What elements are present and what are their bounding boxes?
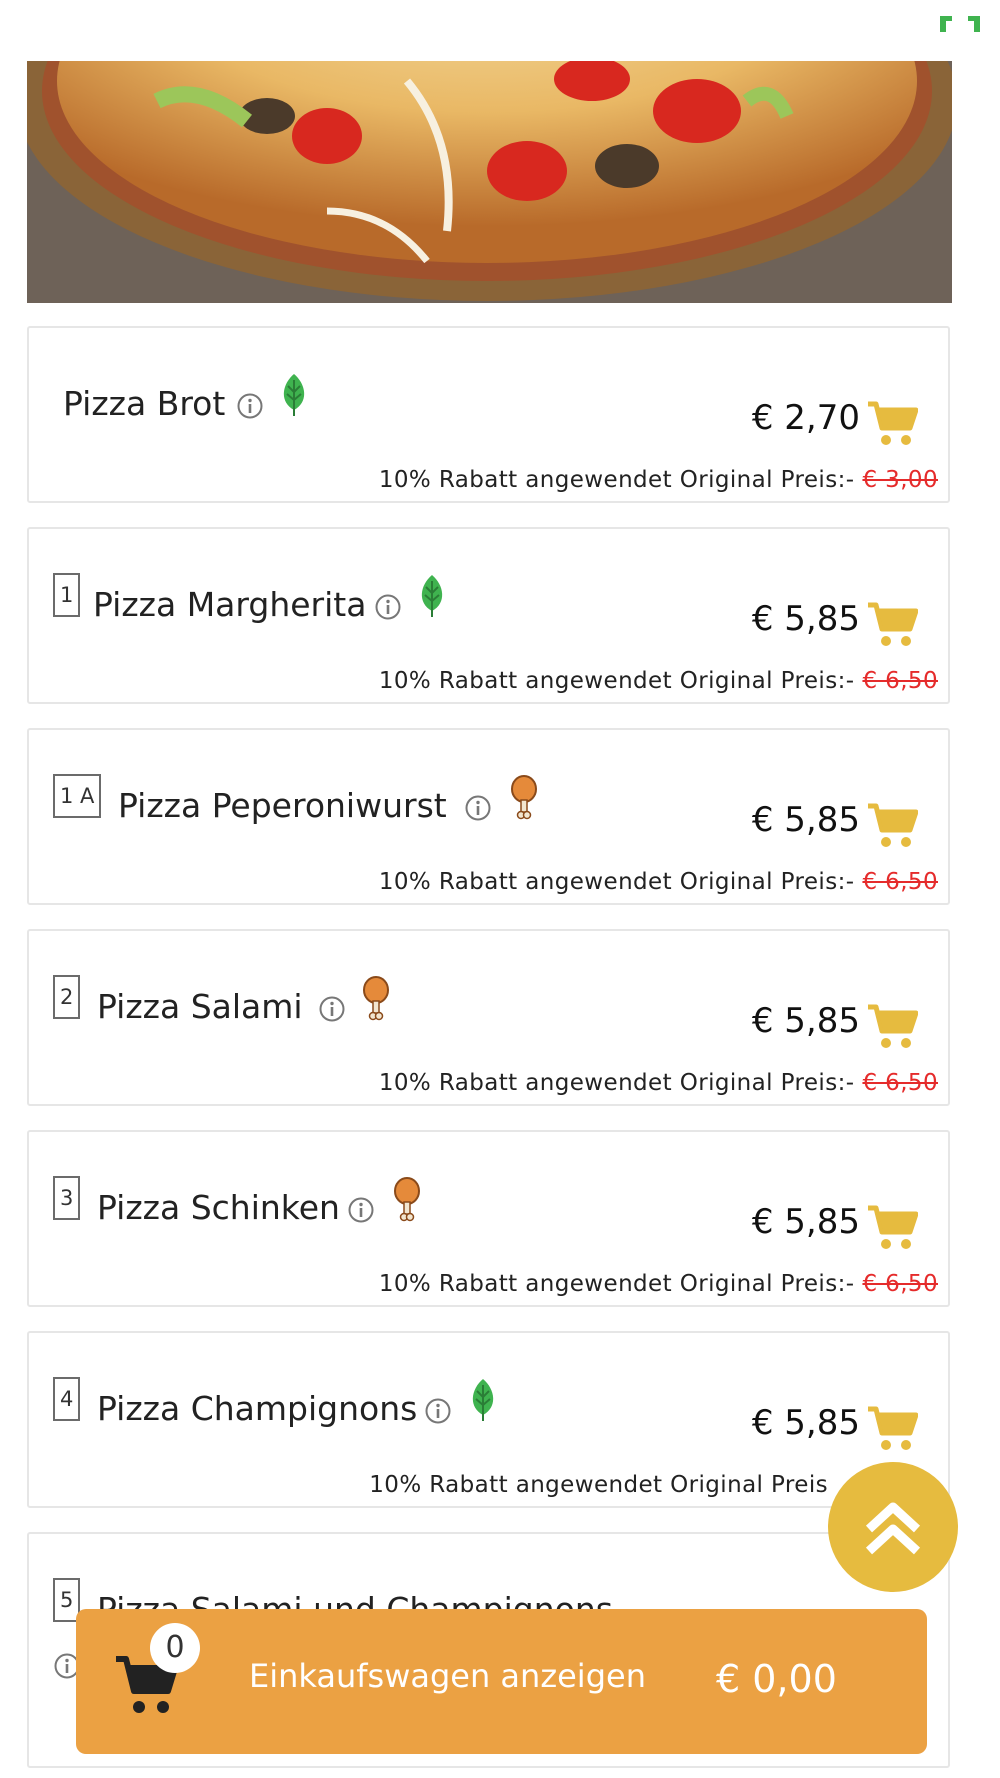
original-price: € 6,50 [862, 668, 938, 694]
info-icon[interactable] [236, 392, 264, 420]
item-price: € 5,85 [751, 1202, 860, 1242]
leaf-icon [472, 1379, 494, 1421]
add-to-cart-icon[interactable] [866, 400, 918, 448]
info-icon[interactable] [424, 1397, 452, 1425]
expand-icon[interactable] [938, 14, 982, 36]
item-name: Pizza Schinken [97, 1188, 340, 1227]
discount-line: 10% Rabatt angewendet Original Preis:- € … [379, 668, 938, 694]
item-price: € 5,85 [751, 599, 860, 639]
add-to-cart-icon[interactable] [866, 601, 918, 649]
discount-text: 10% Rabatt angewendet Original Preis [369, 1472, 828, 1498]
menu-item-card[interactable]: 2 Pizza Salami € 5,85 10% Rabatt angewen… [27, 929, 950, 1106]
item-number: 3 [53, 1176, 81, 1220]
drumstick-icon [363, 976, 389, 1021]
menu-item-card[interactable]: 1 Pizza Margherita € 5,85 10% Rabatt ang… [27, 527, 950, 704]
item-price: € 5,85 [751, 1001, 860, 1041]
item-name: Pizza Peperoniwurst [118, 786, 447, 825]
add-to-cart-icon[interactable] [866, 1003, 918, 1051]
add-to-cart-icon[interactable] [866, 1204, 918, 1252]
info-icon[interactable] [347, 1196, 375, 1224]
cart-count-badge: 0 [150, 1623, 200, 1673]
item-number: 4 [53, 1377, 81, 1421]
item-price: € 5,85 [751, 1403, 860, 1443]
drumstick-icon [511, 775, 537, 820]
add-to-cart-icon[interactable] [866, 1405, 918, 1453]
item-price: € 5,85 [751, 800, 860, 840]
discount-text: 10% Rabatt angewendet Original Preis:- [378, 1271, 855, 1297]
leaf-icon [421, 575, 443, 617]
original-price: € 6,50 [862, 1271, 938, 1297]
menu-item-card[interactable]: 1 A Pizza Peperoniwurst € 5,85 10% Rabat… [27, 728, 950, 905]
drumstick-icon [394, 1177, 420, 1222]
original-price: € 6,50 [862, 1070, 938, 1096]
view-cart-button[interactable]: 0 Einkaufswagen anzeigen € 0,00 [76, 1609, 927, 1754]
original-price: € 3,00 [862, 467, 938, 493]
discount-line: 10% Rabatt angewendet Original Preis:- € … [379, 869, 938, 895]
discount-line: 10% Rabatt angewendet Original Preis:- € … [379, 1070, 938, 1096]
item-name: Pizza Brot [63, 384, 226, 423]
item-number: 1 A [53, 774, 102, 818]
add-to-cart-icon[interactable] [866, 802, 918, 850]
discount-line: 10% Rabatt angewendet Original Preis:- € … [379, 467, 938, 493]
item-number: 1 [53, 573, 81, 617]
cart-bar-label: Einkaufswagen anzeigen [249, 1657, 646, 1695]
item-number: 2 [53, 975, 81, 1019]
discount-text: 10% Rabatt angewendet Original Preis:- [378, 668, 855, 694]
discount-text: 10% Rabatt angewendet Original Preis:- [378, 1070, 855, 1096]
item-price: € 2,70 [751, 398, 860, 438]
info-icon[interactable] [464, 794, 492, 822]
double-chevron-up-icon [865, 1502, 921, 1555]
leaf-icon [283, 374, 305, 416]
info-icon[interactable] [374, 593, 402, 621]
menu-item-card[interactable]: 4 Pizza Champignons € 5,85 10% Rabatt an… [27, 1331, 950, 1508]
item-name: Pizza Champignons [97, 1389, 418, 1428]
item-name: Pizza Salami [97, 987, 303, 1026]
menu-item-card[interactable]: Pizza Brot € 2,70 10% Rabatt angewendet … [27, 326, 950, 503]
info-icon[interactable] [318, 995, 346, 1023]
scroll-to-top-button[interactable] [828, 1462, 958, 1592]
item-name: Pizza Margherita [93, 585, 367, 624]
discount-line: 10% Rabatt angewendet Original Preis:- € … [379, 1271, 938, 1297]
menu-item-card[interactable]: 3 Pizza Schinken € 5,85 10% Rabatt angew… [27, 1130, 950, 1307]
discount-text: 10% Rabatt angewendet Original Preis:- [378, 467, 855, 493]
hero-image [27, 61, 952, 303]
original-price: € 6,50 [862, 869, 938, 895]
discount-line: 10% Rabatt angewendet Original Preis [369, 1472, 828, 1498]
discount-text: 10% Rabatt angewendet Original Preis:- [378, 869, 855, 895]
cart-total: € 0,00 [716, 1657, 837, 1701]
